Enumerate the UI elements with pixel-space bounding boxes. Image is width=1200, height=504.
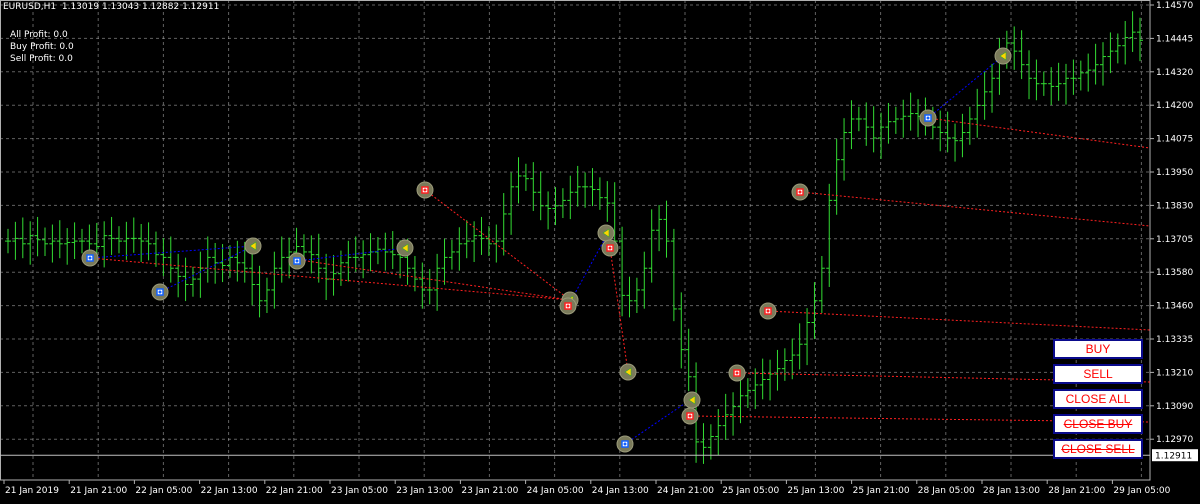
buy-trade-line xyxy=(159,245,254,293)
price-tick-label: 1.13950 xyxy=(1156,168,1193,178)
sell-button[interactable]: SELL xyxy=(1053,364,1143,384)
sell-order-dot xyxy=(766,309,770,313)
close-sell-button[interactable]: CLOSE SELL xyxy=(1053,439,1143,459)
sell-trade-line xyxy=(927,117,1151,149)
ohlc-values: 1.13019 1.13043 1.12882 1.12911 xyxy=(61,2,220,12)
time-tick-label: 22 Jan 21:00 xyxy=(266,486,323,496)
time-tick-label: 28 Jan 13:00 xyxy=(983,486,1040,496)
sell-order-dot xyxy=(566,304,570,308)
price-tick-label: 1.13210 xyxy=(1156,368,1193,378)
price-tick-label: 1.13580 xyxy=(1156,268,1193,278)
price-tick-label: 1.12970 xyxy=(1156,435,1193,445)
buy-order-dot xyxy=(158,290,162,294)
time-tick-label: 23 Jan 21:00 xyxy=(461,486,518,496)
close-buy-button[interactable]: CLOSE BUY xyxy=(1053,414,1143,434)
price-tick-label: 1.13335 xyxy=(1156,335,1193,345)
price-tick-label: 1.14075 xyxy=(1156,135,1193,145)
time-tick-label: 25 Jan 05:00 xyxy=(722,486,779,496)
buy-order-dot xyxy=(623,442,627,446)
buy-trade-line xyxy=(624,399,691,445)
current-price-label: 1.12911 xyxy=(1155,452,1192,462)
chart-frame xyxy=(0,0,1151,481)
buy-order-dot xyxy=(88,256,92,260)
buy-order-dot xyxy=(926,116,930,120)
time-tick-label: 28 Jan 21:00 xyxy=(1048,486,1105,496)
price-tick-label: 1.13460 xyxy=(1156,302,1193,312)
symbol-header: EURUSD,H1 1.13019 1.13043 1.12882 1.1291… xyxy=(3,2,219,13)
price-tick-label: 1.13090 xyxy=(1156,402,1193,412)
sell-order-dot xyxy=(798,190,802,194)
sell-trade-line xyxy=(767,310,1151,331)
sell-order-dot xyxy=(688,414,692,418)
time-tick-label: 23 Jan 05:00 xyxy=(331,486,388,496)
sell-order-dot xyxy=(735,371,739,375)
sell-order-dot xyxy=(608,246,612,250)
sell-profit-label: Sell Profit: 0.0 xyxy=(10,54,73,64)
price-tick-label: 1.14200 xyxy=(1156,101,1193,111)
time-tick-label: 21 Jan 2019 xyxy=(5,486,59,496)
price-tick-label: 1.14445 xyxy=(1156,34,1193,44)
time-tick-label: 24 Jan 05:00 xyxy=(527,486,584,496)
sell-order-dot xyxy=(423,188,427,192)
time-tick-label: 24 Jan 21:00 xyxy=(657,486,714,496)
sell-trade-line xyxy=(609,247,629,373)
price-chart[interactable]: 1.14570 1.14445 1.14320 1.14200 1.14075 1.139… xyxy=(0,0,1200,500)
chart-canvas[interactable]: 1.14570 1.14445 1.14320 1.14200 1.14075 1.139… xyxy=(0,0,1200,500)
time-tick-label: 21 Jan 21:00 xyxy=(70,486,127,496)
time-tick-label: 24 Jan 13:00 xyxy=(592,486,649,496)
time-tick-label: 29 Jan 05:00 xyxy=(1113,486,1170,496)
price-tick-label: 1.13830 xyxy=(1156,201,1193,211)
time-tick-label: 25 Jan 13:00 xyxy=(787,486,844,496)
time-tick-label: 28 Jan 05:00 xyxy=(918,486,975,496)
price-tick-label: 1.14570 xyxy=(1156,1,1193,11)
close-all-button[interactable]: CLOSE ALL xyxy=(1053,389,1143,409)
time-tick-label: 23 Jan 13:00 xyxy=(396,486,453,496)
all-profit-label: All Profit: 0.0 xyxy=(10,30,68,40)
time-tick-label: 22 Jan 05:00 xyxy=(135,486,192,496)
buy-order-dot xyxy=(295,259,299,263)
symbol-label: EURUSD,H1 xyxy=(3,2,57,12)
time-tick-label: 22 Jan 13:00 xyxy=(201,486,258,496)
buy-button[interactable]: BUY xyxy=(1053,339,1143,359)
buy-profit-label: Buy Profit: 0.0 xyxy=(10,42,74,52)
time-tick-label: 25 Jan 21:00 xyxy=(853,486,910,496)
sell-trade-line xyxy=(799,191,1151,227)
price-tick-label: 1.13705 xyxy=(1156,235,1193,245)
price-tick-label: 1.14320 xyxy=(1156,68,1193,78)
